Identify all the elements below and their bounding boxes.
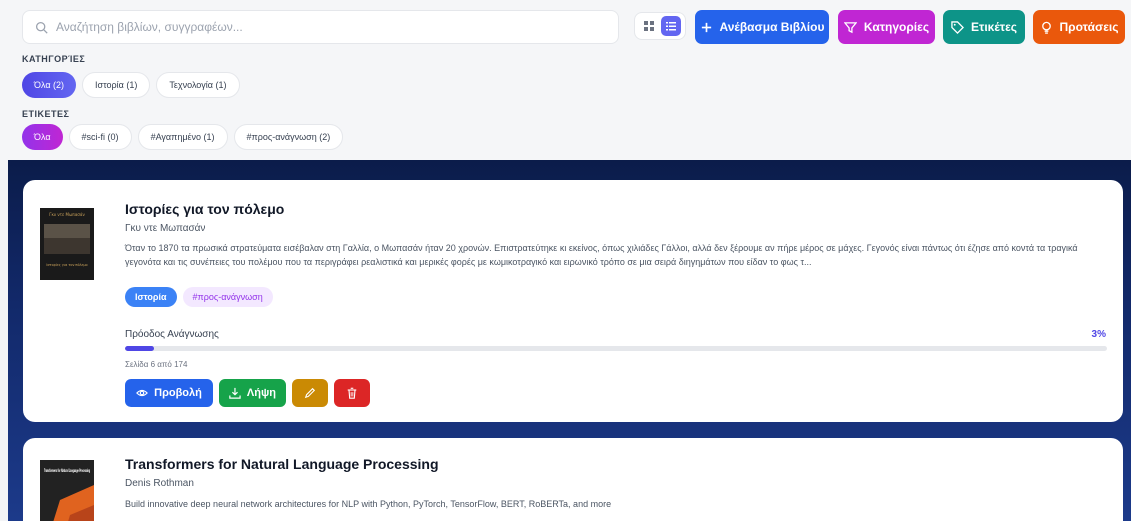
upload-book-button[interactable]: Ανέβασμα Βιβλίου [695, 10, 829, 44]
categories-button[interactable]: Κατηγορίες [838, 10, 935, 44]
list-view-button[interactable] [661, 16, 681, 36]
tag-chip-sci-fi[interactable]: #sci-fi (0) [68, 124, 132, 150]
top-bar: Ανέβασμα Βιβλίου Κατηγορίες Ετικέτες Προ… [0, 0, 1131, 160]
tag-chip-label: #sci-fi (0) [81, 132, 119, 142]
list-icon [666, 22, 676, 31]
category-chip-label: Ιστορία (1) [95, 80, 138, 90]
book-author: Denis Rothman [125, 478, 194, 489]
category-chip-all[interactable]: Όλα (2) [22, 72, 77, 98]
upload-book-label: Ανέβασμα Βιβλίου [719, 20, 825, 34]
book-author: Γκυ ντε Μωπασάν [125, 223, 206, 234]
tag-chip-label: #προς-ανάγνωση (2) [246, 132, 331, 142]
edit-button[interactable] [292, 379, 328, 407]
tag-chip-to-read[interactable]: #προς-ανάγνωση (2) [233, 124, 344, 150]
suggestions-button[interactable]: Προτάσεις [1033, 10, 1125, 44]
cover-subtitle: Ιστορίες για τον πόλεμο [46, 263, 87, 267]
cover-title: Γκυ ντε Μωπασάν [49, 212, 85, 217]
book-cover: Γκυ ντε Μωπασάν Ιστορίες για τον πόλεμο [40, 208, 94, 280]
progress-fill [125, 346, 155, 351]
download-label: Λήψη [246, 387, 276, 399]
categories-heading: ΚΑΤΗΓΟΡΊΕΣ [22, 54, 86, 64]
grid-icon [644, 21, 654, 31]
book-card: Transformers for Natural Language Proces… [23, 438, 1123, 521]
tag-chip-all[interactable]: Όλα [22, 124, 63, 150]
grid-view-button[interactable] [639, 16, 659, 36]
delete-button[interactable] [334, 379, 370, 407]
book-title[interactable]: Transformers for Natural Language Proces… [125, 456, 439, 472]
tag-chips: Όλα #sci-fi (0) #Αγαπημένο (1) #προς-ανά… [22, 124, 344, 150]
search-input[interactable] [56, 20, 596, 34]
book-cover: Transformers for Natural Language Proces… [40, 460, 94, 521]
tag-icon [951, 20, 964, 34]
view-label: Προβολή [154, 387, 202, 399]
pencil-icon [304, 387, 316, 399]
tags-label: Ετικέτες [970, 20, 1018, 34]
eye-icon [136, 389, 149, 397]
tag-chip-label: #Αγαπημένο (1) [150, 132, 215, 142]
categories-label: Κατηγορίες [863, 20, 930, 34]
category-chip-history[interactable]: Ιστορία (1) [82, 72, 151, 98]
download-button[interactable]: Λήψη [219, 379, 286, 407]
suggestions-label: Προτάσεις [1059, 20, 1119, 34]
book-card: Γκυ ντε Μωπασάν Ιστορίες για τον πόλεμο … [23, 180, 1123, 422]
tag-chip-label: Όλα [34, 132, 51, 142]
progress-percent: 3% [1091, 329, 1106, 340]
book-actions: Προβολή Λήψη [125, 379, 370, 407]
book-list: Γκυ ντε Μωπασάν Ιστορίες για τον πόλεμο … [8, 160, 1131, 521]
cover-title: Transformers for Natural Language Proces… [44, 468, 90, 474]
search-box[interactable] [22, 10, 619, 44]
tags-heading: ΕΤΙΚΕΤΕΣ [22, 109, 70, 119]
plus-icon [701, 22, 711, 32]
lightbulb-icon [1041, 21, 1051, 34]
tags-button[interactable]: Ετικέτες [943, 10, 1025, 44]
search-icon [35, 21, 48, 34]
category-badge: Ιστορία [125, 287, 177, 307]
book-description: Build innovative deep neural network arc… [125, 499, 612, 509]
category-chips: Όλα (2) Ιστορία (1) Τεχνολογία (1) [22, 72, 240, 98]
progress-label: Πρόοδος Ανάγνωσης [125, 329, 219, 340]
book-description: Όταν το 1870 τα πρωσικά στρατεύματα εισέ… [125, 243, 1078, 267]
view-toggle [634, 12, 686, 40]
tag-chip-favorite[interactable]: #Αγαπημένο (1) [137, 124, 228, 150]
trash-icon [347, 387, 357, 399]
page-info: Σελίδα 6 από 174 [125, 360, 188, 369]
category-chip-label: Τεχνολογία (1) [169, 80, 227, 90]
category-chip-label: Όλα (2) [34, 80, 65, 90]
category-chip-technology[interactable]: Τεχνολογία (1) [156, 72, 240, 98]
progress-bar [125, 346, 1107, 351]
filter-icon [843, 21, 857, 33]
tag-badge: #προς-ανάγνωση [182, 287, 273, 307]
view-button[interactable]: Προβολή [125, 379, 213, 407]
download-icon [229, 387, 241, 399]
book-tags: Ιστορία #προς-ανάγνωση [125, 287, 273, 307]
book-title[interactable]: Ιστορίες για τον πόλεμο [125, 201, 284, 217]
